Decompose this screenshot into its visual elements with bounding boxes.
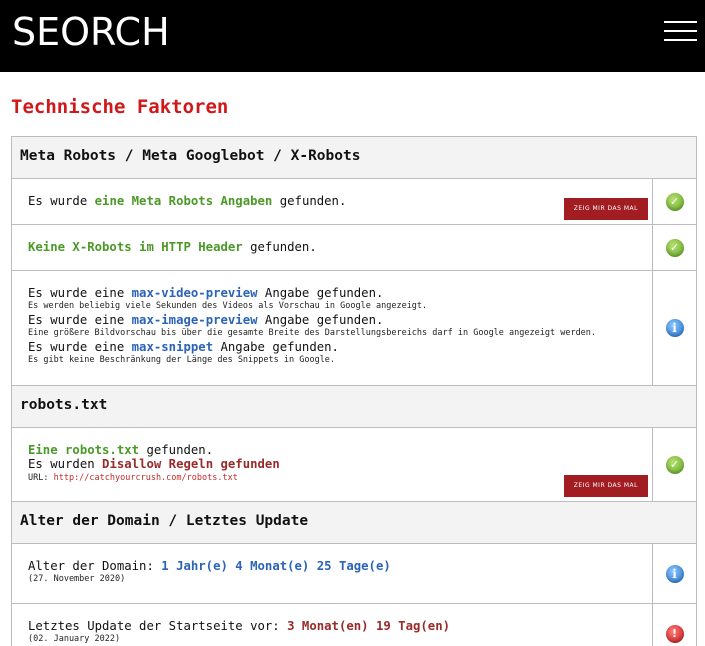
- table-row: Alter der Domain: 1 Jahr(e) 4 Monat(e) 2…: [11, 544, 697, 604]
- table-row: Letztes Update der Startseite vor: 3 Mon…: [11, 604, 697, 646]
- info-icon: i: [665, 319, 684, 337]
- page-title: Technische Faktoren: [11, 96, 229, 118]
- table-row: Keine X-Robots im HTTP Header gefunden. …: [11, 225, 697, 271]
- row-content: Letztes Update der Startseite vor: 3 Mon…: [12, 604, 653, 646]
- check-icon: ✓: [665, 238, 684, 257]
- row-content: Keine X-Robots im HTTP Header gefunden.: [12, 225, 653, 270]
- table-row: Es wurde eine Meta Robots Angaben gefund…: [11, 179, 697, 225]
- top-bar: SEORCH: [0, 0, 705, 72]
- section-header-robots-txt: robots.txt: [11, 386, 697, 428]
- check-icon: ✓: [665, 192, 684, 211]
- show-details-button[interactable]: ZEIG MIR DAS MAL: [563, 475, 648, 497]
- show-details-button[interactable]: ZEIG MIR DAS MAL: [563, 198, 648, 220]
- row-content: Alter der Domain: 1 Jahr(e) 4 Monat(e) 2…: [12, 544, 653, 603]
- row-content: Es wurde eine max-video-preview Angabe g…: [12, 271, 653, 385]
- check-icon: ✓: [665, 455, 684, 474]
- error-icon: !: [665, 624, 684, 643]
- factors-table: Meta Robots / Meta Googlebot / X-Robots …: [11, 136, 697, 646]
- logo[interactable]: SEORCH: [12, 10, 170, 54]
- row-content: Eine robots.txt gefunden. Es wurden Disa…: [12, 428, 653, 501]
- row-content: Es wurde eine Meta Robots Angaben gefund…: [12, 179, 653, 224]
- hamburger-menu-icon[interactable]: [664, 21, 698, 43]
- info-icon: i: [665, 564, 684, 583]
- section-header-domain-age: Alter der Domain / Letztes Update: [11, 502, 697, 544]
- table-row: Eine robots.txt gefunden. Es wurden Disa…: [11, 428, 697, 502]
- robots-txt-link[interactable]: http://catchyourcrush.com/robots.txt: [54, 473, 238, 483]
- table-row: Es wurde eine max-video-preview Angabe g…: [11, 271, 697, 386]
- section-header-meta-robots: Meta Robots / Meta Googlebot / X-Robots: [11, 137, 697, 179]
